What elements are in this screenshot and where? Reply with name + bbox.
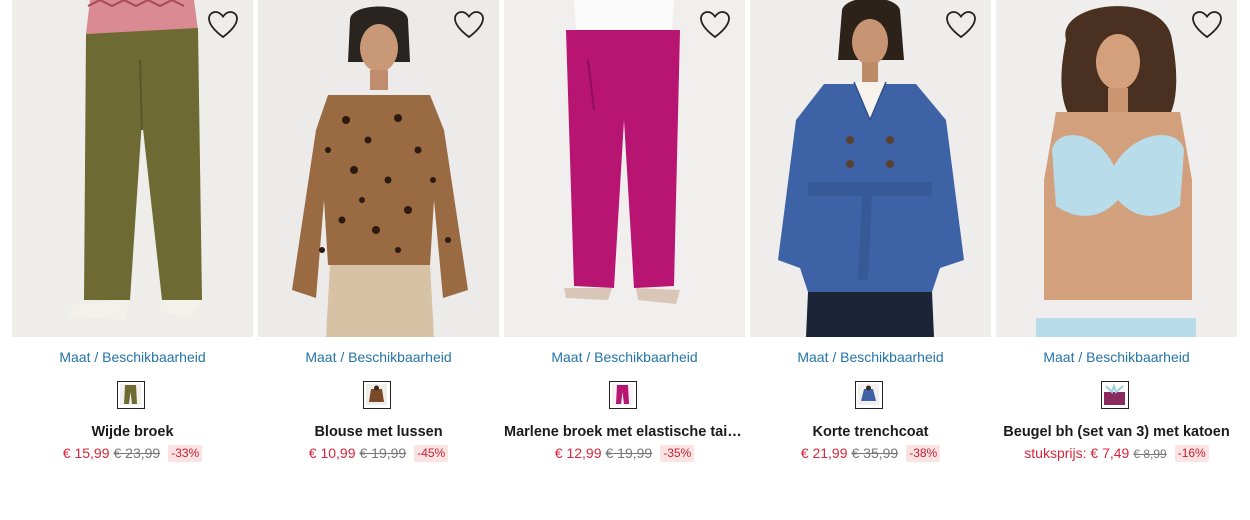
size-availability-link[interactable]: Maat / Beschikbaarheid	[504, 349, 745, 365]
wishlist-heart-icon[interactable]	[207, 10, 239, 40]
wishlist-heart-icon[interactable]	[699, 10, 731, 40]
original-price: € 19,99	[359, 445, 407, 461]
size-availability-link[interactable]: Maat / Beschikbaarheid	[996, 349, 1237, 365]
product-photo	[750, 0, 991, 337]
product-photo	[258, 0, 499, 337]
size-availability-link[interactable]: Maat / Beschikbaarheid	[258, 349, 499, 365]
price-row: € 12,99 € 19,99 -35%	[504, 445, 745, 462]
price-prefix: stuksprijs:	[1024, 445, 1091, 461]
sale-price: € 21,99	[800, 445, 848, 461]
color-swatch[interactable]	[1101, 381, 1129, 409]
discount-badge: -35%	[660, 445, 695, 462]
price-row: € 15,99 € 23,99 -33%	[12, 445, 253, 462]
wishlist-heart-icon[interactable]	[945, 10, 977, 40]
product-photo	[996, 0, 1237, 337]
original-price: € 35,99	[851, 445, 899, 461]
product-name[interactable]: Wijde broek	[12, 424, 253, 440]
product-card[interactable]: Maat / Beschikbaarheid Blouse met lussen…	[258, 0, 499, 470]
discount-badge: -38%	[906, 445, 941, 462]
size-availability-link[interactable]: Maat / Beschikbaarheid	[12, 349, 253, 365]
color-swatch[interactable]	[855, 381, 883, 409]
discount-badge: -33%	[168, 445, 203, 462]
product-name[interactable]: Beugel bh (set van 3) met katoen	[996, 424, 1237, 440]
color-swatch[interactable]	[609, 381, 637, 409]
product-image[interactable]	[258, 0, 499, 337]
discount-badge: -45%	[414, 445, 449, 462]
product-card[interactable]: Maat / Beschikbaarheid Marlene broek met…	[504, 0, 745, 470]
original-price: € 8,99	[1133, 447, 1167, 461]
product-image[interactable]	[504, 0, 745, 337]
price-row: € 10,99 € 19,99 -45%	[258, 445, 499, 462]
sale-price: € 10,99	[308, 445, 356, 461]
sale-price: € 7,49	[1090, 445, 1130, 461]
original-price: € 19,99	[605, 445, 653, 461]
color-swatch[interactable]	[117, 381, 145, 409]
product-card[interactable]: Maat / Beschikbaarheid Beugel bh (set va…	[996, 0, 1237, 470]
sale-price: € 12,99	[554, 445, 602, 461]
size-availability-link[interactable]: Maat / Beschikbaarheid	[750, 349, 991, 365]
color-swatch[interactable]	[363, 381, 391, 409]
price-row: € 21,99 € 35,99 -38%	[750, 445, 991, 462]
product-card[interactable]: Maat / Beschikbaarheid Wijde broek € 15,…	[12, 0, 253, 470]
product-image[interactable]	[12, 0, 253, 337]
discount-badge: -16%	[1174, 445, 1209, 462]
price-row: stuksprijs: € 7,49 € 8,99 -16%	[996, 445, 1237, 462]
product-name[interactable]: Marlene broek met elastische taille...	[504, 424, 745, 440]
wishlist-heart-icon[interactable]	[453, 10, 485, 40]
product-image[interactable]	[996, 0, 1237, 337]
product-image[interactable]	[750, 0, 991, 337]
product-name[interactable]: Korte trenchcoat	[750, 424, 991, 440]
product-name[interactable]: Blouse met lussen	[258, 424, 499, 440]
sale-price: € 15,99	[62, 445, 110, 461]
product-photo	[12, 0, 253, 337]
product-grid: Maat / Beschikbaarheid Wijde broek € 15,…	[12, 0, 1238, 470]
product-card[interactable]: Maat / Beschikbaarheid Korte trenchcoat …	[750, 0, 991, 470]
original-price: € 23,99	[113, 445, 161, 461]
product-photo	[504, 0, 745, 337]
wishlist-heart-icon[interactable]	[1191, 10, 1223, 40]
